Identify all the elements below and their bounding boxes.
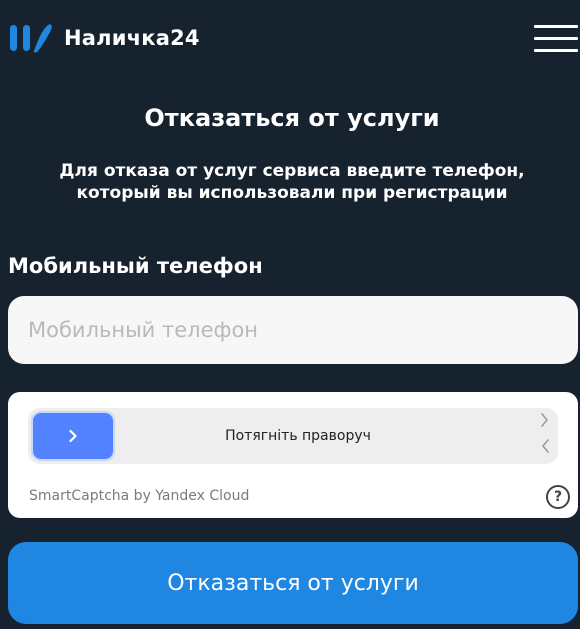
page-title: Отказаться от услуги	[144, 104, 440, 132]
nalichka-logo-icon	[10, 24, 52, 53]
captcha-slider-track[interactable]: Потягніть праворуч	[28, 408, 558, 464]
chevron-right-icon	[69, 429, 77, 443]
smart-captcha: Потягніть праворуч SmartCaptcha by Yande…	[8, 392, 578, 518]
captcha-slider-handle[interactable]	[31, 411, 115, 461]
header: Наличка24	[0, 0, 580, 86]
phone-field-label: Мобильный телефон	[8, 254, 263, 278]
brand-name: Наличка24	[64, 26, 200, 50]
unsubscribe-button[interactable]: Отказаться от услуги	[8, 542, 578, 624]
phone-input[interactable]	[8, 296, 578, 364]
logo[interactable]: Наличка24	[8, 22, 200, 54]
page-description: Для отказа от услуг сервиса введите теле…	[59, 161, 525, 203]
question-circle-icon[interactable]: ?	[546, 485, 570, 509]
hamburger-menu-icon[interactable]	[534, 25, 578, 53]
captcha-brand: SmartCaptcha by Yandex Cloud	[29, 488, 250, 504]
slide-arrows-icon	[538, 412, 552, 460]
page: Наличка24 Отказаться от услуги Для отказ…	[0, 0, 580, 629]
